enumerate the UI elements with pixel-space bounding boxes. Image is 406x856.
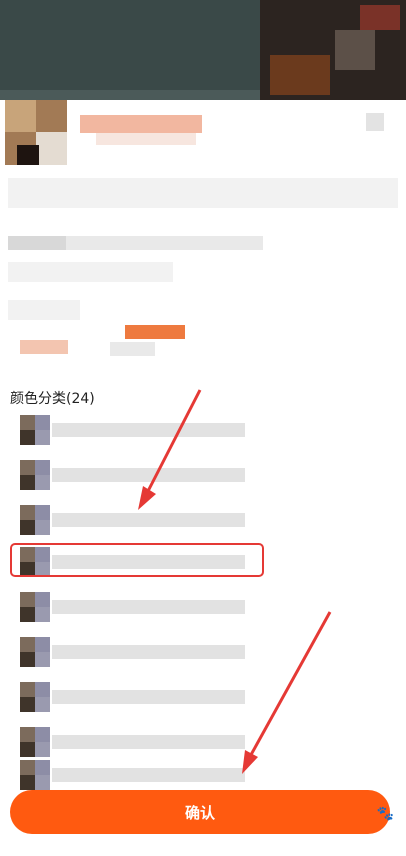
arrow-line-2 xyxy=(245,611,332,763)
arrow-line-1 xyxy=(143,389,202,498)
arrow-head-2 xyxy=(242,750,258,774)
annotation-arrows xyxy=(138,389,332,774)
arrow-head-1 xyxy=(138,486,156,510)
